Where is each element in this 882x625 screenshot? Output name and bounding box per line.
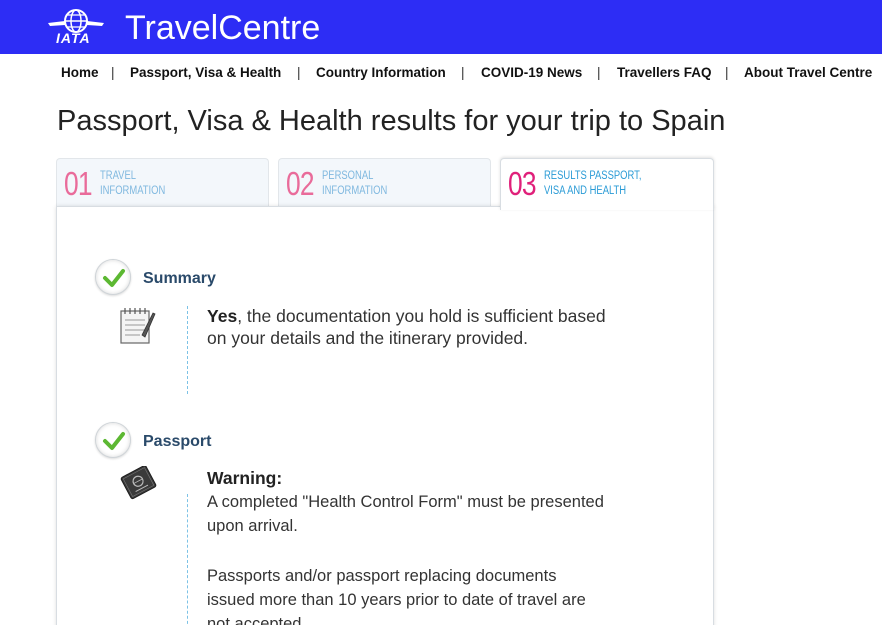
results-panel xyxy=(56,206,714,625)
nav-separator: | xyxy=(597,65,601,80)
nav-about-travel-centre[interactable]: About Travel Centre xyxy=(744,65,872,80)
tab-number: 02 xyxy=(286,165,315,202)
nav-separator: | xyxy=(461,65,465,80)
summary-detail: , the documentation you hold is sufficie… xyxy=(207,306,606,348)
passport-title: Passport xyxy=(143,433,212,450)
tab-label-line1: RESULTS PASSPORT, xyxy=(544,170,642,182)
tab-results[interactable]: 03 RESULTS PASSPORT, VISA AND HEALTH xyxy=(500,158,714,210)
nav-passport-visa-health[interactable]: Passport, Visa & Health xyxy=(130,65,281,80)
passport-check-icon xyxy=(95,422,131,458)
passport-divider xyxy=(187,494,188,625)
summary-title: Summary xyxy=(143,270,216,287)
main-nav: Home | Passport, Visa & Health | Country… xyxy=(0,64,882,84)
nav-separator: | xyxy=(297,65,301,80)
notepad-icon xyxy=(118,305,156,350)
summary-answer: Yes xyxy=(207,306,238,326)
tab-label-line2: VISA AND HEALTH xyxy=(544,185,627,197)
tab-number: 03 xyxy=(508,165,537,202)
tab-label: PERSONAL INFORMATION xyxy=(322,169,387,199)
tab-label-line1: TRAVEL xyxy=(100,170,136,182)
tab-label-line2: INFORMATION xyxy=(322,185,388,197)
tab-personal-information[interactable]: 02 PERSONAL INFORMATION xyxy=(278,158,491,208)
nav-separator: | xyxy=(111,65,115,80)
nav-home[interactable]: Home xyxy=(61,65,99,80)
tab-label-line2: INFORMATION xyxy=(100,185,166,197)
passport-note: Passports and/or passport replacing docu… xyxy=(207,567,586,625)
passport-icon xyxy=(116,465,162,505)
tab-number: 01 xyxy=(64,165,93,202)
nav-country-information[interactable]: Country Information xyxy=(316,65,446,80)
summary-check-icon xyxy=(95,259,131,295)
iata-logo-text: IATA xyxy=(56,30,91,46)
brand-title[interactable]: TravelCentre xyxy=(125,9,320,48)
nav-covid-news[interactable]: COVID-19 News xyxy=(481,65,582,80)
tab-label: TRAVEL INFORMATION xyxy=(100,169,165,199)
nav-travellers-faq[interactable]: Travellers FAQ xyxy=(617,65,712,80)
passport-warning: Warning: A completed "Health Control For… xyxy=(207,466,607,538)
tab-label-line1: PERSONAL xyxy=(322,170,374,182)
warning-label: Warning: xyxy=(207,468,283,488)
nav-separator: | xyxy=(725,65,729,80)
summary-text: Yes, the documentation you hold is suffi… xyxy=(207,305,607,349)
warning-text: A completed "Health Control Form" must b… xyxy=(207,493,604,535)
summary-divider xyxy=(187,306,188,394)
tab-label: RESULTS PASSPORT, VISA AND HEALTH xyxy=(544,169,641,199)
tab-travel-information[interactable]: 01 TRAVEL INFORMATION xyxy=(56,158,269,208)
top-header-bar: IATA TravelCentre xyxy=(0,0,882,54)
page-title: Passport, Visa & Health results for your… xyxy=(57,105,726,137)
